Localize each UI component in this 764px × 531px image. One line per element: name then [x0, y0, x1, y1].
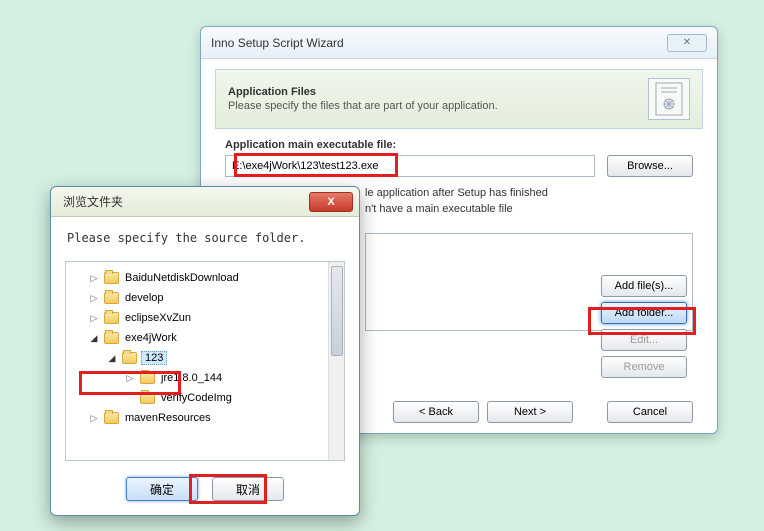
back-button[interactable]: < Back — [393, 401, 479, 423]
tree-row[interactable]: ▷ mavenResources — [70, 408, 340, 428]
folder-icon — [104, 412, 119, 424]
add-files-button[interactable]: Add file(s)... — [601, 275, 687, 297]
chevron-down-icon[interactable]: ◢ — [106, 353, 118, 364]
cancel-button[interactable]: 取消 — [212, 477, 284, 501]
tree-item-label: mavenResources — [123, 412, 213, 424]
browse-footer: 确定 取消 — [51, 477, 359, 501]
cancel-button[interactable]: Cancel — [607, 401, 693, 423]
exe-path-input[interactable] — [225, 155, 595, 177]
scrollbar-thumb[interactable] — [331, 266, 343, 356]
folder-icon — [140, 392, 155, 404]
tree-item-label: BaiduNetdiskDownload — [123, 272, 241, 284]
edit-button: Edit... — [601, 329, 687, 351]
side-buttons: Add file(s)... Add folder... Edit... Rem… — [601, 275, 687, 378]
close-icon[interactable]: ✕ — [667, 34, 707, 52]
browse-prompt: Please specify the source folder. — [51, 217, 359, 255]
wizard-header-text: Application Files Please specify the fil… — [228, 86, 498, 112]
browse-button[interactable]: Browse... — [607, 155, 693, 177]
folder-icon — [104, 312, 119, 324]
wizard-titlebar: Inno Setup Script Wizard ✕ — [201, 27, 717, 59]
folder-tree[interactable]: ▷ BaiduNetdiskDownload ▷ develop ▷ eclipseXvZ… — [65, 261, 345, 461]
wizard-title: Inno Setup Script Wizard — [211, 36, 344, 50]
exe-label: Application main executable file: — [225, 139, 693, 151]
chevron-right-icon[interactable]: ▷ — [88, 313, 100, 324]
add-folder-button[interactable]: Add folder... — [601, 302, 687, 324]
wizard-footer: < Back Next > Cancel — [393, 401, 693, 423]
chevron-down-icon[interactable]: ◢ — [88, 333, 100, 344]
tree-row[interactable]: ◢ 123 — [70, 348, 340, 368]
tree-item-label: 123 — [141, 351, 167, 365]
tree-row[interactable]: ◢ exe4jWork — [70, 328, 340, 348]
tree-item-label: develop — [123, 292, 166, 304]
header-title: Application Files — [228, 86, 498, 98]
scrollbar[interactable] — [328, 262, 344, 460]
tree-row[interactable]: ▷ jre1.8.0_144 — [70, 368, 340, 388]
wizard-header: Application Files Please specify the fil… — [215, 69, 703, 129]
checkbox-row-1: le application after Setup has finished — [365, 187, 693, 199]
browse-dialog: 浏览文件夹 X Please specify the source folder… — [50, 186, 360, 516]
checkbox-row-2: n't have a main executable file — [365, 203, 693, 215]
tree-item-label: eclipseXvZun — [123, 312, 193, 324]
next-button[interactable]: Next > — [487, 401, 573, 423]
folder-icon — [104, 332, 119, 344]
checkbox-label-2: n't have a main executable file — [365, 203, 513, 215]
browse-titlebar: 浏览文件夹 X — [51, 187, 359, 217]
chevron-right-icon[interactable]: ▷ — [124, 373, 136, 384]
remove-button: Remove — [601, 356, 687, 378]
tree-row[interactable]: ▷ develop — [70, 288, 340, 308]
ok-button[interactable]: 确定 — [126, 477, 198, 501]
folder-icon — [122, 352, 137, 364]
header-subtitle: Please specify the files that are part o… — [228, 100, 498, 112]
checkbox-label-1: le application after Setup has finished — [365, 187, 548, 199]
folder-icon — [104, 292, 119, 304]
close-icon[interactable]: X — [309, 192, 353, 212]
folder-icon — [140, 372, 155, 384]
tree-row[interactable]: verifyCodeImg — [70, 388, 340, 408]
wizard-icon — [648, 78, 690, 120]
chevron-right-icon[interactable]: ▷ — [88, 413, 100, 424]
browse-title: 浏览文件夹 — [63, 193, 123, 210]
chevron-right-icon[interactable]: ▷ — [88, 293, 100, 304]
tree-row[interactable]: ▷ eclipseXvZun — [70, 308, 340, 328]
chevron-right-icon[interactable]: ▷ — [88, 273, 100, 284]
tree-item-label: verifyCodeImg — [159, 392, 234, 404]
tree-row[interactable]: ▷ BaiduNetdiskDownload — [70, 268, 340, 288]
tree-item-label: jre1.8.0_144 — [159, 372, 224, 384]
folder-icon — [104, 272, 119, 284]
tree-item-label: exe4jWork — [123, 332, 179, 344]
